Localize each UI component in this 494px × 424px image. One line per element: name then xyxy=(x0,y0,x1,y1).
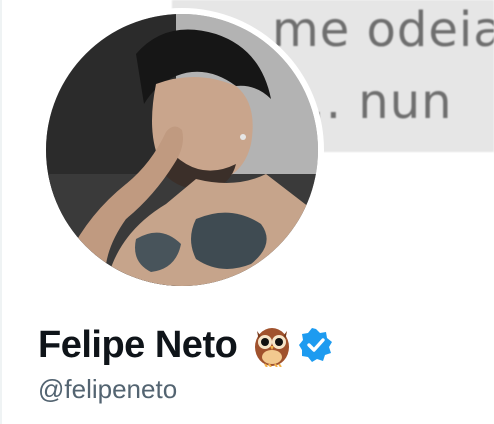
avatar-frame xyxy=(40,8,324,292)
owl-emoji-icon xyxy=(255,328,290,367)
avatar-photo xyxy=(46,14,318,286)
banner-text-line-1: me odeia p xyxy=(272,2,494,58)
avatar[interactable] xyxy=(46,14,318,286)
left-border xyxy=(0,0,2,424)
username-handle: @felipeneto xyxy=(38,374,178,404)
verified-badge-icon xyxy=(299,328,333,362)
display-name: Felipe Neto xyxy=(38,323,238,366)
profile-name-row: Felipe Neto xyxy=(38,320,333,370)
